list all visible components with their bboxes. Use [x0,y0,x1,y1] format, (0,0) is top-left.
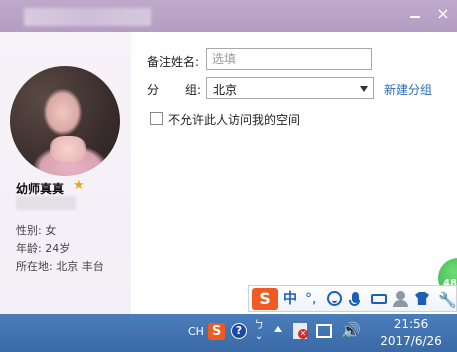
action-center-flag-icon[interactable] [293,323,308,339]
show-hidden-icons-icon[interactable] [274,326,282,332]
volume-icon[interactable]: 🔊 [341,321,361,340]
group-select[interactable]: 北京 [206,77,374,99]
minimize-button[interactable] [404,4,426,24]
location-info: 所在地: 北京 丰台 [16,260,104,273]
title-bar: ███████ × [0,0,457,32]
group-select-value: 北京 [213,83,238,97]
help-icon[interactable]: ? [231,323,247,339]
taskbar: CH S ? ㄅ ⌄ 🔊 21:56 2017/6/26 [0,314,457,352]
chevron-down-icon[interactable] [360,86,368,92]
ime-mode-bottom: ⌄ [254,331,264,342]
ime-mode-top: ㄅ [254,320,264,331]
sogou-logo-icon[interactable]: S [252,288,278,310]
ime-mode-icon[interactable]: ㄅ ⌄ [254,320,264,342]
ime-punctuation-toggle[interactable]: °, [305,289,316,309]
gender-info: 性别: 女 [16,224,57,237]
close-button[interactable]: × [432,4,454,24]
window-title: ███████ [24,8,151,26]
ime-language-toggle[interactable]: 中 [283,289,297,309]
nickname: 幼师真真 [16,182,65,196]
language-indicator[interactable]: CH [188,325,204,338]
age-info: 年龄: 24岁 [16,242,71,255]
smile-icon[interactable] [327,291,342,306]
mic-icon[interactable] [349,292,360,306]
account-number: ██████ [16,196,76,210]
remark-input[interactable] [206,48,372,70]
network-icon[interactable] [316,324,332,338]
avatar[interactable] [10,66,120,176]
privacy-checkbox-label[interactable]: 不允许此人访问我的空间 [168,111,300,128]
ime-toolbar: S 中 °, 🔧 [248,285,457,312]
star-icon[interactable]: ★ [73,178,85,193]
shirt-icon[interactable] [415,292,429,305]
group-label-suffix: 组: [185,83,202,97]
group-label: 分 [147,83,160,97]
keyboard-icon[interactable] [371,294,387,304]
clock-date[interactable]: 2017/6/26 [376,334,446,348]
remark-label: 备注姓名: [147,55,200,69]
privacy-checkbox[interactable] [150,112,163,125]
new-group-link[interactable]: 新建分组 [384,81,432,98]
wrench-icon[interactable]: 🔧 [438,290,457,310]
user-icon[interactable] [393,291,408,307]
sogou-tray-icon[interactable]: S [208,323,225,340]
clock-time[interactable]: 21:56 [376,317,446,331]
